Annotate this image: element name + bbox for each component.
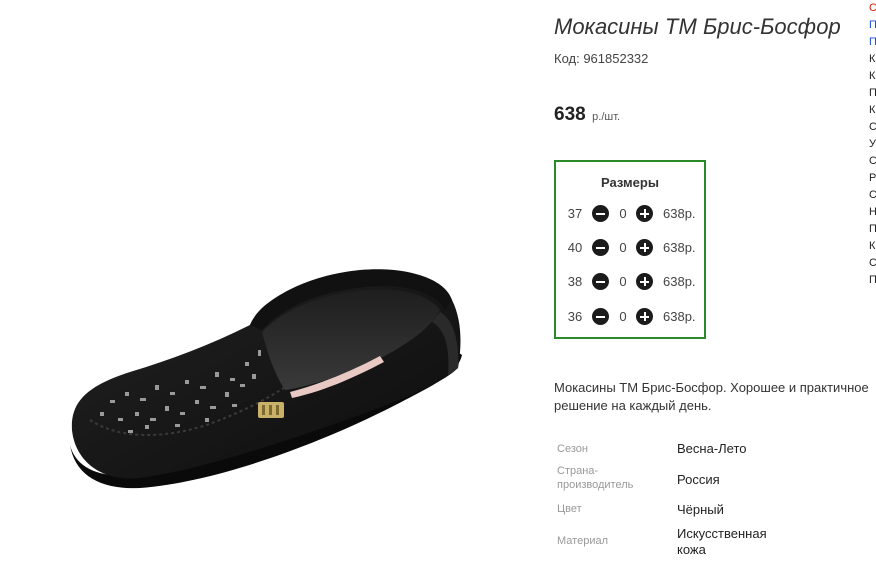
size-row: 38 0 638р. — [556, 272, 706, 292]
product-code: Код: 961852332 — [554, 51, 649, 66]
attribute-value: Искусственная кожа — [677, 526, 767, 557]
sizes-panel: Размеры 37 0 638р. 40 0 638р. 38 0 638р.… — [554, 160, 706, 339]
sidebar-text: У — [869, 138, 876, 150]
product-photo — [70, 269, 462, 489]
size-price: 638р. — [663, 206, 696, 221]
sidebar-text: С — [869, 189, 876, 201]
size-quantity: 0 — [619, 274, 627, 289]
minus-icon[interactable] — [592, 273, 609, 290]
sidebar-text: К — [869, 70, 876, 82]
sidebar-text: П — [869, 87, 876, 99]
minus-icon[interactable] — [592, 239, 609, 256]
attribute-label: Цвет — [557, 503, 582, 515]
size-price: 638р. — [663, 240, 696, 255]
attribute-value: Чёрный — [677, 502, 724, 517]
sizes-title: Размеры — [601, 175, 659, 190]
size-price: 638р. — [663, 274, 696, 289]
plus-icon[interactable] — [636, 273, 653, 290]
sidebar-text: С — [869, 257, 876, 269]
sidebar-link[interactable]: П — [869, 17, 876, 34]
product-description: Мокасины ТМ Брис-Босфор. Хорошее и практ… — [554, 380, 869, 413]
sidebar-text: К — [869, 53, 876, 65]
attribute-label: Страна-производитель — [557, 465, 634, 491]
size-quantity: 0 — [619, 206, 627, 221]
size-price: 638р. — [663, 309, 696, 324]
size-label: 36 — [567, 309, 583, 324]
price-value: 638 — [554, 104, 586, 125]
size-row: 40 0 638р. — [556, 238, 706, 258]
price-unit: р./шт. — [592, 111, 621, 123]
attribute-value: Весна-Лето — [677, 441, 747, 456]
size-quantity: 0 — [619, 309, 627, 324]
size-row: 36 0 638р. — [556, 307, 706, 327]
attribute-value: Россия — [677, 472, 720, 487]
sidebar-text: С — [869, 155, 876, 167]
size-label: 38 — [567, 274, 583, 289]
size-label: 40 — [567, 240, 583, 255]
sidebar-text: К — [869, 104, 876, 116]
attribute-label: Сезон — [557, 443, 588, 455]
sidebar-text: Р — [869, 172, 876, 184]
plus-icon[interactable] — [636, 308, 653, 325]
minus-icon[interactable] — [592, 308, 609, 325]
size-row: 37 0 638р. — [556, 204, 706, 224]
sidebar-text: С — [869, 121, 876, 133]
sidebar-link[interactable]: П — [869, 34, 876, 51]
sidebar-text: П — [869, 223, 876, 235]
sidebar-text: П — [869, 274, 876, 286]
plus-icon[interactable] — [636, 239, 653, 256]
attribute-label: Материал — [557, 535, 608, 547]
minus-icon[interactable] — [592, 205, 609, 222]
sidebar-link[interactable]: С — [869, 0, 876, 17]
right-sidebar-clipped: С П П К К П К С У С Р С Н П К С П — [869, 0, 876, 289]
product-title: Мокасины ТМ Брис-Босфор — [554, 14, 841, 39]
size-quantity: 0 — [619, 240, 627, 255]
sidebar-text: Н — [869, 206, 876, 218]
size-label: 37 — [567, 206, 583, 221]
sidebar-text: К — [869, 240, 876, 252]
plus-icon[interactable] — [636, 205, 653, 222]
price: 638 р./шт. — [554, 104, 620, 126]
